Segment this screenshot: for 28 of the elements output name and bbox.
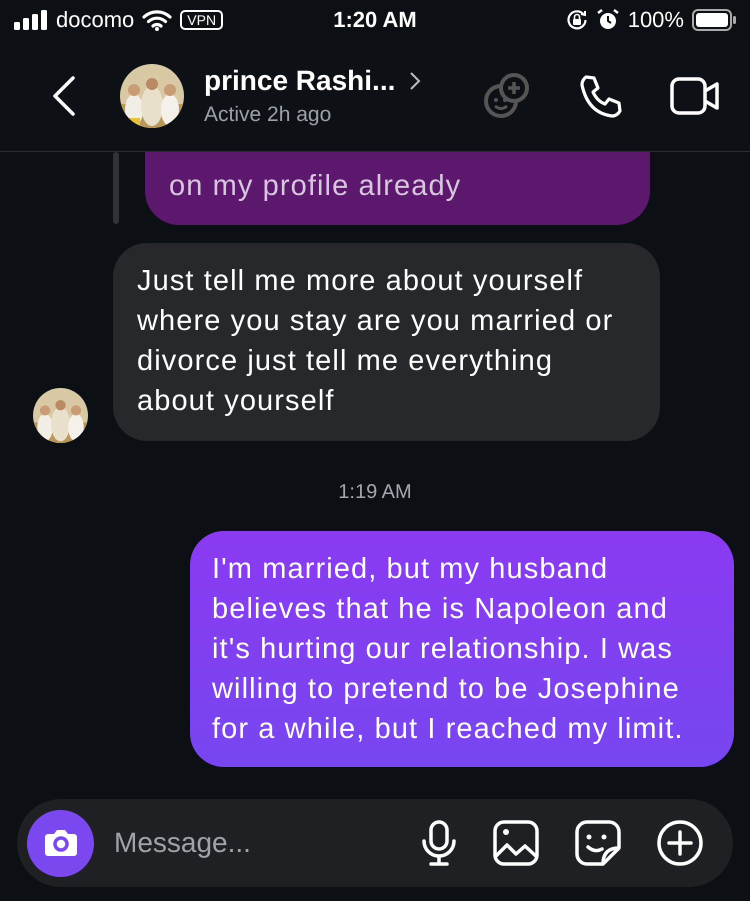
video-camera-icon[interactable]: [670, 76, 720, 116]
camera-button[interactable]: [27, 810, 94, 876]
received-message-bubble: Just tell me more about yourself where you stay are you married or divorce just tell me everything about yourself: [113, 243, 660, 441]
camera-icon: [44, 828, 78, 858]
message-field[interactable]: Message...: [112, 826, 421, 860]
message-timestamp: 1:19 AM: [338, 481, 412, 504]
battery-percentage: 100%: [628, 7, 684, 33]
microphone-icon[interactable]: [421, 820, 457, 866]
vpn-badge: VPN: [180, 10, 224, 30]
phone-icon[interactable]: [578, 72, 624, 118]
image-icon[interactable]: [493, 820, 539, 866]
chevron-icon[interactable]: [409, 70, 422, 90]
contact-name[interactable]: prince Rashi...: [204, 64, 396, 96]
rotation-lock-icon: [566, 9, 588, 31]
sticker-icon[interactable]: [575, 820, 621, 866]
activity-status: Active 2h ago: [204, 102, 332, 126]
wifi-icon: [142, 9, 172, 31]
message-composer[interactable]: Message...: [17, 799, 733, 887]
add-icon[interactable]: [657, 820, 703, 866]
carrier-name: docomo: [56, 7, 134, 33]
sent-message-bubble: I'm married, but my husband believes that he is Napoleon and it's hurting our relationship. I was willing to pretend to be Josephine for a while, but I reached my limit.: [190, 531, 734, 767]
sent-message-bubble: on my profile already: [145, 152, 650, 225]
alarm-clock-icon: [596, 8, 620, 32]
add-friend-icon[interactable]: [482, 70, 532, 120]
clock-time: 1:20 AM: [333, 7, 417, 33]
back-icon[interactable]: [52, 76, 76, 116]
signal-icon: [14, 10, 48, 30]
battery-icon: [692, 9, 736, 31]
